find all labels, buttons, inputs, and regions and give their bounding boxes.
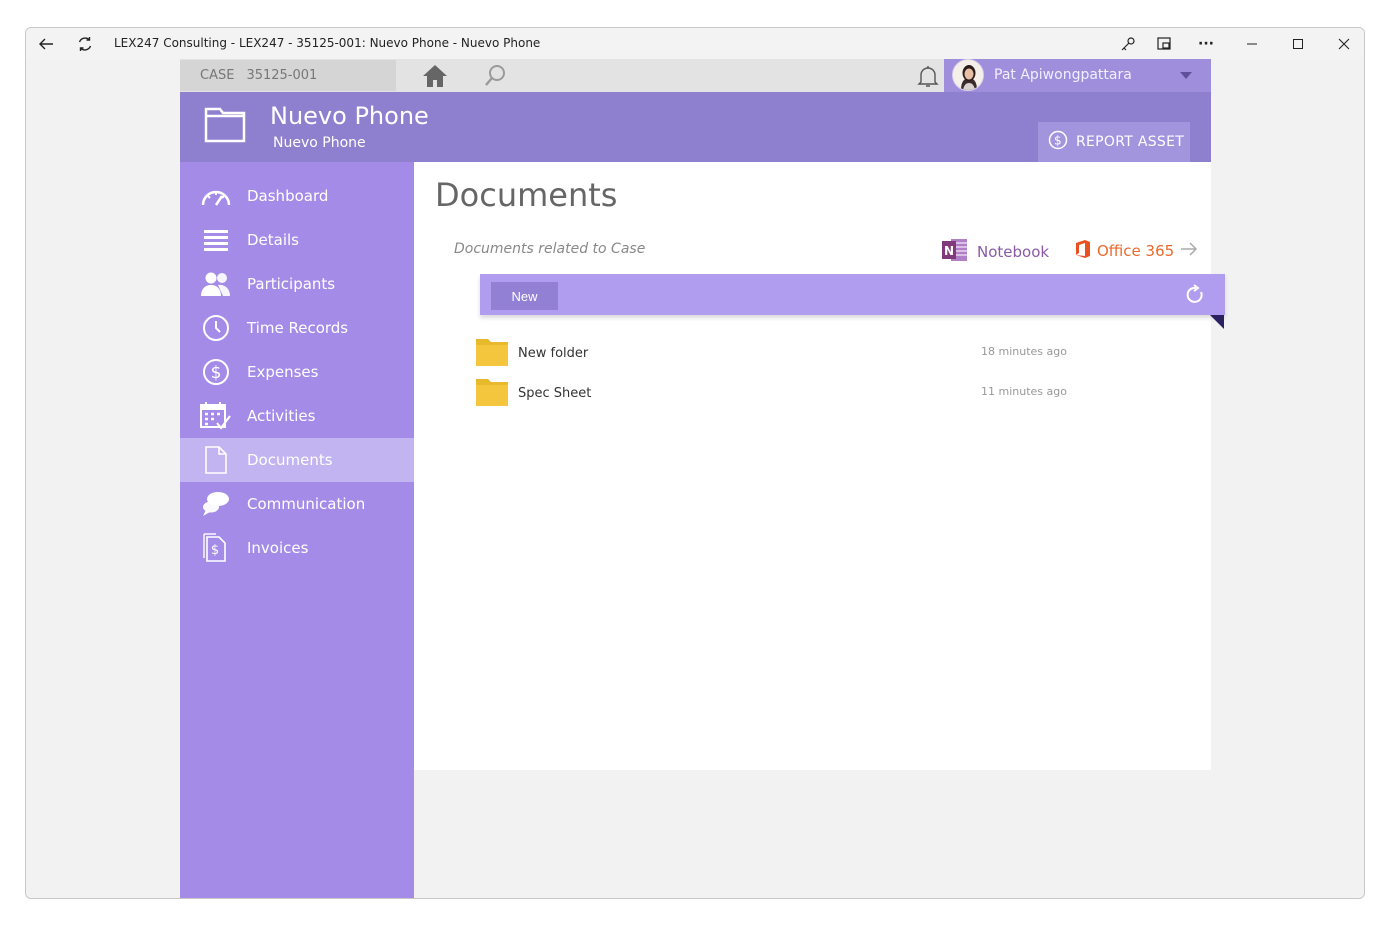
sidebar-item-label: Activities xyxy=(247,407,316,425)
onenote-icon: N xyxy=(941,237,969,267)
bell-icon[interactable] xyxy=(915,63,941,93)
cast-icon[interactable] xyxy=(1152,32,1176,56)
file-time: 11 minutes ago xyxy=(981,385,1067,398)
sidebar-item-documents[interactable]: Documents xyxy=(180,438,414,482)
documents-title: Documents xyxy=(435,176,618,214)
dollar-icon: $ xyxy=(200,357,232,387)
file-name: Spec Sheet xyxy=(518,386,592,401)
page-title: Nuevo Phone xyxy=(270,102,429,130)
file-time: 18 minutes ago xyxy=(981,345,1067,358)
svg-text:N: N xyxy=(944,244,954,258)
clock-icon xyxy=(200,313,232,343)
speedometer-icon xyxy=(200,181,232,211)
arrow-right-icon xyxy=(1179,241,1199,261)
sidebar-item-expenses[interactable]: $ Expenses xyxy=(180,350,414,394)
invoice-icon: $ xyxy=(200,533,232,563)
user-menu[interactable]: Pat Apiwongpattara xyxy=(944,59,1211,92)
office-icon xyxy=(1074,239,1092,263)
back-arrow-icon[interactable] xyxy=(34,32,58,56)
document-icon xyxy=(200,445,232,475)
minimize-icon[interactable] xyxy=(1240,32,1264,56)
notebook-link[interactable]: N Notebook xyxy=(941,237,1049,267)
case-number: 35125-001 xyxy=(246,68,318,83)
sidebar-item-label: Dashboard xyxy=(247,187,329,205)
documents-panel: Documents Documents related to Case N No… xyxy=(414,162,1225,770)
file-name: New folder xyxy=(518,346,589,361)
sidebar-item-label: Time Records xyxy=(247,319,349,337)
folder-icon xyxy=(475,337,509,371)
sidebar-item-label: Details xyxy=(247,231,300,249)
sidebar-item-label: Invoices xyxy=(247,539,309,557)
office365-link[interactable]: Office 365 xyxy=(1074,239,1199,263)
case-header: Nuevo Phone Nuevo Phone $ REPORT ASSET xyxy=(180,92,1211,162)
app-window: LEX247 Consulting - LEX247 - 35125-001: … xyxy=(25,27,1365,899)
svg-text:$: $ xyxy=(211,543,219,558)
app-content: CASE 35125-001 Pat Apiwongpattara Nuevo … xyxy=(180,59,1225,898)
window-title: LEX247 Consulting - LEX247 - 35125-001: … xyxy=(114,36,541,50)
sidebar-item-label: Communication xyxy=(247,495,366,513)
calendar-icon xyxy=(200,401,232,431)
office365-label: Office 365 xyxy=(1097,242,1175,260)
refresh-app-icon[interactable] xyxy=(73,32,97,56)
report-asset-label: REPORT ASSET xyxy=(1076,134,1185,150)
top-bar: CASE 35125-001 Pat Apiwongpattara xyxy=(180,59,1211,92)
report-asset-button[interactable]: $ REPORT ASSET xyxy=(1038,122,1190,162)
sidebar-item-dashboard[interactable]: Dashboard xyxy=(180,174,414,218)
chat-icon xyxy=(200,489,232,519)
sidebar-item-label: Documents xyxy=(247,451,333,469)
new-button[interactable]: New xyxy=(491,282,558,310)
sidebar-item-activities[interactable]: Activities xyxy=(180,394,414,438)
list-icon xyxy=(200,225,232,255)
svg-text:$: $ xyxy=(1054,134,1062,148)
sidebar-item-label: Participants xyxy=(247,275,336,293)
sidebar-item-time-records[interactable]: Time Records xyxy=(180,306,414,350)
sidebar-item-communication[interactable]: Communication xyxy=(180,482,414,526)
case-label: CASE xyxy=(200,68,235,83)
search-icon[interactable] xyxy=(480,62,510,94)
sidebar-item-invoices[interactable]: $ Invoices xyxy=(180,526,414,570)
title-bar: LEX247 Consulting - LEX247 - 35125-001: … xyxy=(26,28,1364,59)
case-box[interactable]: CASE 35125-001 xyxy=(180,60,396,91)
more-options-icon[interactable]: ··· xyxy=(1194,32,1218,56)
list-item[interactable]: Spec Sheet 11 minutes ago xyxy=(475,377,1075,409)
avatar xyxy=(952,59,984,91)
list-item[interactable]: New folder 18 minutes ago xyxy=(475,337,1075,369)
folder-icon xyxy=(204,105,246,147)
folder-icon xyxy=(475,377,509,411)
sidebar: Dashboard Details Participants Time Reco… xyxy=(180,162,414,898)
home-icon[interactable] xyxy=(420,62,450,94)
refresh-icon[interactable] xyxy=(1184,284,1206,310)
toolbar-corner xyxy=(1210,315,1224,329)
user-name: Pat Apiwongpattara xyxy=(994,67,1132,83)
sidebar-item-details[interactable]: Details xyxy=(180,218,414,262)
close-icon[interactable] xyxy=(1332,32,1356,56)
dollar-circle-icon: $ xyxy=(1048,130,1068,154)
documents-toolbar: New xyxy=(480,274,1225,315)
people-icon xyxy=(200,269,232,299)
documents-related-label: Documents related to Case xyxy=(454,241,646,257)
chevron-down-icon[interactable] xyxy=(1180,72,1192,79)
key-icon[interactable] xyxy=(1116,32,1140,56)
maximize-icon[interactable] xyxy=(1286,32,1310,56)
notebook-label: Notebook xyxy=(977,243,1050,261)
svg-text:$: $ xyxy=(211,363,222,383)
sidebar-item-label: Expenses xyxy=(247,363,319,381)
sidebar-item-participants[interactable]: Participants xyxy=(180,262,414,306)
page-subtitle: Nuevo Phone xyxy=(273,135,366,151)
